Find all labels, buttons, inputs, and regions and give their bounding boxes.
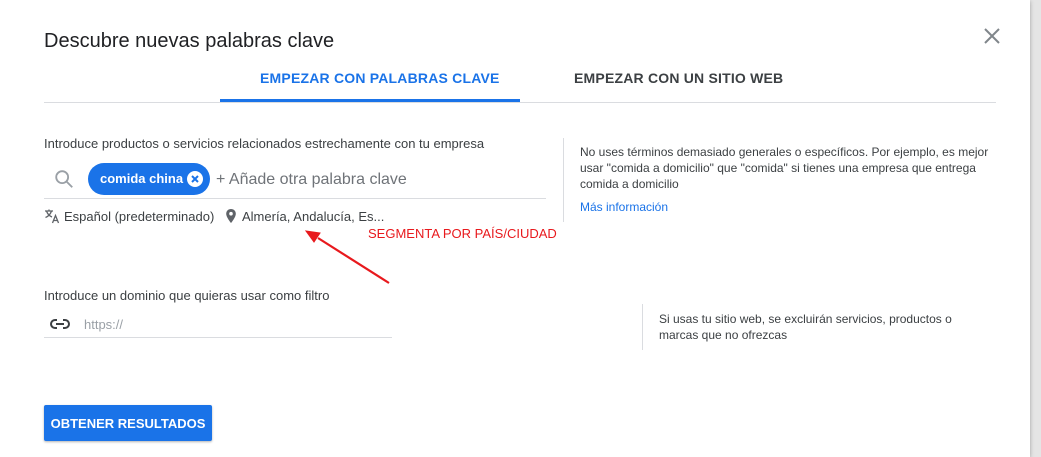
get-results-button[interactable]: OBTENER RESULTADOS [44,405,212,441]
location-selector[interactable]: Almería, Andalucía, Es... [224,206,384,226]
domain-help-divider [642,304,643,350]
language-selector[interactable]: Español (predeterminado) [44,206,214,226]
keywords-label: Introduce productos o servicios relacion… [44,136,485,151]
domain-input[interactable] [84,314,384,334]
translate-icon [45,209,60,224]
location-label: Almería, Andalucía, Es... [242,208,385,224]
keyword-dialog: Descubre nuevas palabras clave EMPEZAR C… [0,0,1030,457]
keyword-input[interactable] [216,168,536,192]
keyword-chip-label: comida china [100,171,184,186]
link-icon [49,319,71,329]
tab-divider [44,102,996,103]
close-icon[interactable] [980,24,1004,48]
keyword-chip[interactable]: comida china [88,163,210,195]
help-divider [563,138,564,222]
location-pin-icon [226,209,236,223]
cancel-circle-icon[interactable] [187,171,203,187]
domain-label: Introduce un dominio que quieras usar co… [44,288,330,303]
search-icon [55,170,73,188]
keyword-input-underline [44,198,546,199]
language-label: Español (predeterminado) [64,208,215,224]
more-info-link[interactable]: Más información [580,200,668,214]
domain-help-text: Si usas tu sitio web, se excluirán servi… [659,312,952,342]
dialog-title: Descubre nuevas palabras clave [44,30,335,52]
tab-website[interactable]: EMPEZAR CON UN SITIO WEB [574,70,783,86]
keywords-help-text: No uses términos demasiado generales o e… [580,145,989,191]
domain-input-underline [44,337,392,338]
tab-keywords[interactable]: EMPEZAR CON PALABRAS CLAVE [260,70,500,86]
annotation-text: SEGMENTA POR PAÍS/CIUDAD [368,226,557,241]
